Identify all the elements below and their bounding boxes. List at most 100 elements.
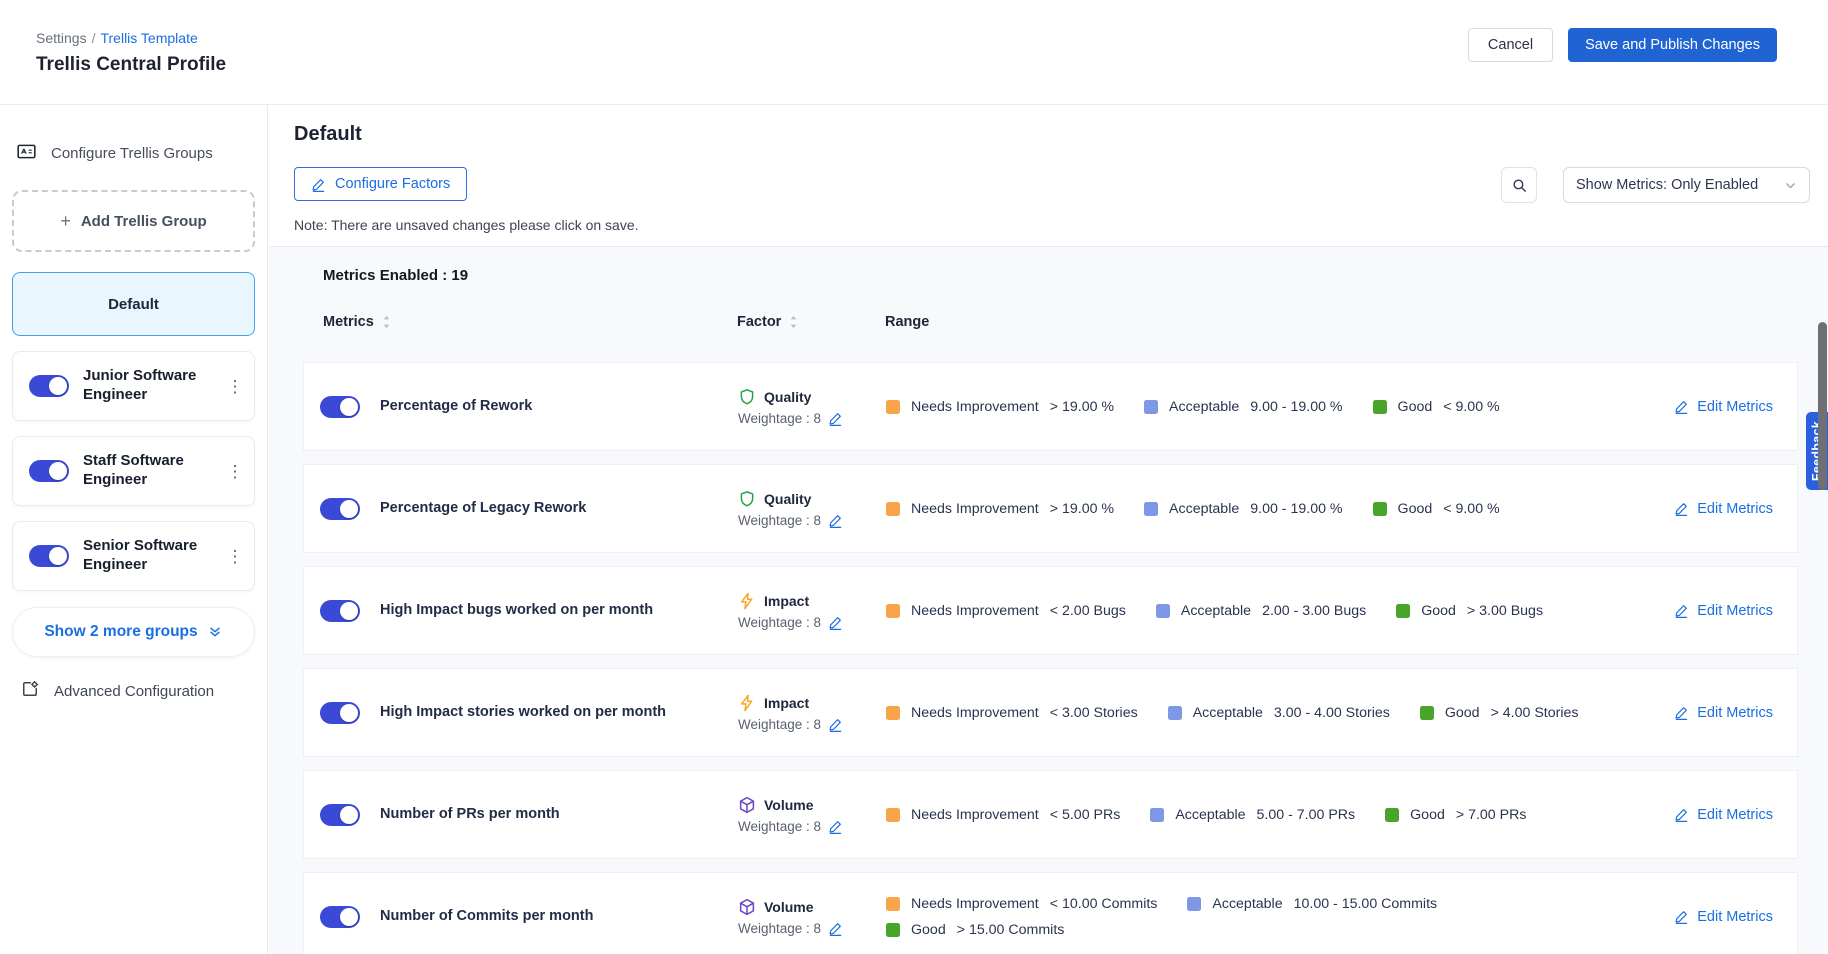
range-value: < 3.00 Stories [1050,705,1138,721]
range-value: < 2.00 Bugs [1050,603,1126,619]
metric-toggle[interactable] [320,804,360,826]
metric-toggle[interactable] [320,600,360,622]
good-swatch [1373,400,1387,414]
show-more-groups-button[interactable]: Show 2 more groups [12,607,255,657]
range-value: < 9.00 % [1443,399,1499,415]
range-chip-needs_improvement: Needs Improvement < 2.00 Bugs [886,603,1126,619]
range-value: > 15.00 Commits [957,922,1065,938]
range-label: Good [1398,399,1433,415]
cancel-button[interactable]: Cancel [1468,28,1553,62]
good-swatch [1396,604,1410,618]
range-chip-needs_improvement: Needs Improvement< 10.00 Commits [886,896,1157,912]
edit-weightage-icon[interactable] [828,921,843,936]
add-trellis-group-button[interactable]: + Add Trellis Group [12,190,255,252]
breadcrumb-settings[interactable]: Settings [36,30,87,46]
sidebar-group-card[interactable]: Staff Software Engineer ⋮ [12,436,255,506]
weightage-label: Weightage : 8 [738,411,821,426]
edit-metrics-link[interactable]: Edit Metrics [1674,705,1773,721]
sort-metrics-icon[interactable] [382,315,391,329]
sidebar-group-card[interactable]: Junior Software Engineer ⋮ [12,351,255,421]
impact-icon [738,592,756,610]
edit-weightage-icon[interactable] [828,615,843,630]
range-label: Needs Improvement [911,603,1039,619]
factor-name: Volume [764,899,814,915]
edit-metrics-link[interactable]: Edit Metrics [1674,807,1773,823]
needs_improvement-swatch [886,604,900,618]
group-toggle[interactable] [29,460,69,482]
sort-factor-icon[interactable] [789,315,798,329]
range-chip-good: Good> 15.00 Commits [886,922,1064,938]
edit-pencil-icon [1674,399,1689,414]
metric-toggle[interactable] [320,702,360,724]
range-label: Good [1398,501,1433,517]
acceptable-swatch [1168,706,1182,720]
search-button[interactable] [1501,167,1537,203]
range-chip-acceptable: Acceptable3.00 - 4.00 Stories [1168,705,1390,721]
range-chip-needs_improvement: Needs Improvement< 3.00 Stories [886,705,1138,721]
edit-metrics-link[interactable]: Edit Metrics [1674,399,1773,415]
range-value: 3.00 - 4.00 Stories [1274,705,1390,721]
breadcrumb-trellis-template[interactable]: Trellis Template [100,30,197,46]
range-chip-good: Good < 9.00 % [1373,399,1500,415]
weightage-label: Weightage : 8 [738,921,821,936]
range-cell: Needs Improvement< 10.00 Commits Acceptab… [886,896,1646,938]
range-label: Acceptable [1212,896,1282,912]
edit-metrics-link[interactable]: Edit Metrics [1674,909,1773,925]
edit-pencil-icon [311,177,326,192]
top-bar: Settings/Trellis Template Trellis Centra… [0,0,1828,105]
advanced-configuration-button[interactable]: Advanced Configuration [20,679,255,703]
configure-factors-button[interactable]: Configure Factors [294,167,467,201]
search-icon [1511,177,1528,194]
metric-name: Percentage of Legacy Rework [380,499,586,518]
edit-metrics-link[interactable]: Edit Metrics [1674,603,1773,619]
range-label: Good [1410,807,1445,823]
sidebar-item-default[interactable]: Default [12,272,255,336]
vertical-scrollbar[interactable] [1818,322,1827,490]
chevron-down-icon [1784,179,1797,192]
main-panel: Default Configure Factors Note: There ar… [269,105,1828,954]
metric-toggle[interactable] [320,498,360,520]
group-toggle[interactable] [29,375,69,397]
range-chip-acceptable: Acceptable5.00 - 7.00 PRs [1150,807,1355,823]
plus-icon: + [60,211,71,232]
sidebar-group-card[interactable]: Senior Software Engineer ⋮ [12,521,255,591]
edit-weightage-icon[interactable] [828,717,843,732]
range-value: > 7.00 PRs [1456,807,1527,823]
kebab-menu-icon[interactable]: ⋮ [224,548,246,565]
kebab-menu-icon[interactable]: ⋮ [224,378,246,395]
range-label: Acceptable [1175,807,1245,823]
table-body: Percentage of Rework Quality Weightage :… [303,362,1798,954]
metrics-enabled-count: Metrics Enabled : 19 [323,267,1798,284]
range-label: Good [1445,705,1480,721]
edit-weightage-icon[interactable] [828,513,843,528]
show-metrics-dropdown[interactable]: Show Metrics: Only Enabled [1563,167,1810,203]
group-toggle[interactable] [29,545,69,567]
range-value: 9.00 - 19.00 % [1250,399,1342,415]
range-label: Acceptable [1181,603,1251,619]
edit-metrics-label: Edit Metrics [1697,501,1773,517]
edit-weightage-icon[interactable] [828,411,843,426]
range-chip-good: Good> 4.00 Stories [1420,705,1579,721]
double-chevron-down-icon [207,624,223,640]
metric-toggle[interactable] [320,396,360,418]
save-publish-button[interactable]: Save and Publish Changes [1568,28,1777,62]
edit-metrics-link[interactable]: Edit Metrics [1674,501,1773,517]
table-row: High Impact bugs worked on per month Imp… [303,566,1798,655]
range-chip-acceptable: Acceptable9.00 - 19.00 % [1144,399,1342,415]
range-chip-needs_improvement: Needs Improvement< 5.00 PRs [886,807,1120,823]
unsaved-changes-note: Note: There are unsaved changes please c… [294,217,639,233]
default-group-label: Default [108,296,159,313]
edit-pencil-icon [1674,807,1689,822]
kebab-menu-icon[interactable]: ⋮ [224,463,246,480]
factor-name: Impact [764,593,809,609]
range-cell: Needs Improvement> 19.00 % Acceptable9.00… [886,399,1646,415]
group-name: Junior Software Engineer [83,367,210,405]
edit-pencil-icon [1674,603,1689,618]
edit-weightage-icon[interactable] [828,819,843,834]
needs_improvement-swatch [886,706,900,720]
factor-name: Volume [764,797,814,813]
metric-toggle[interactable] [320,906,360,928]
range-chip-needs_improvement: Needs Improvement> 19.00 % [886,399,1114,415]
range-cell: Needs Improvement< 2.00 BugsAcceptable2.… [886,603,1646,619]
edit-metrics-label: Edit Metrics [1697,705,1773,721]
